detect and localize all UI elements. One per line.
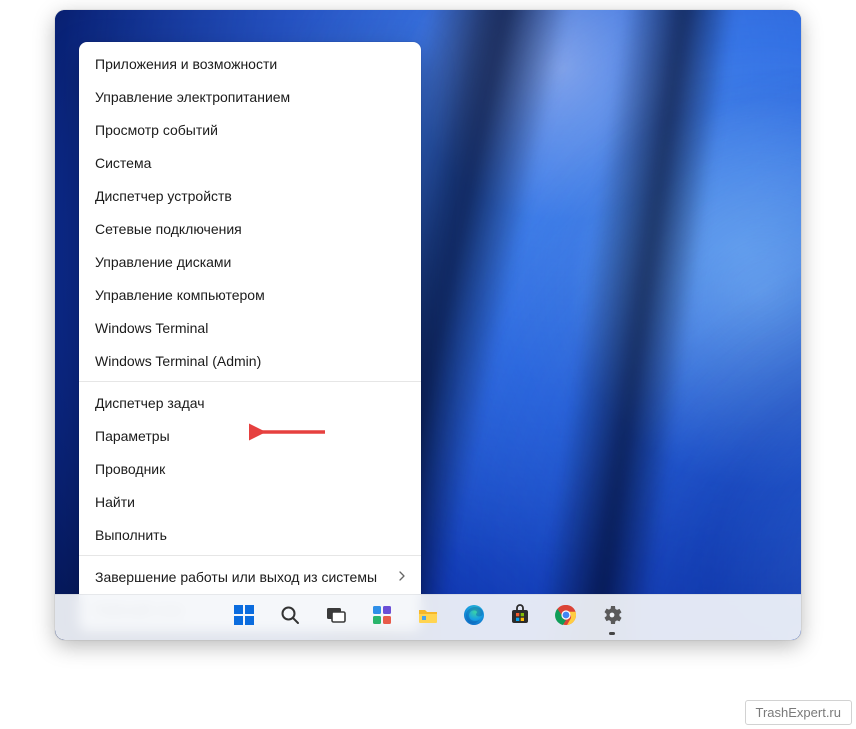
taskbar-file-explorer-button[interactable] xyxy=(408,599,448,637)
menu-item-label: Параметры xyxy=(95,428,170,444)
edge-icon xyxy=(462,603,486,632)
menu-item-label: Сетевые подключения xyxy=(95,221,242,237)
taskbar-widgets-button[interactable] xyxy=(362,599,402,637)
winx-context-menu: Приложения и возможности Управление элек… xyxy=(79,42,421,631)
menu-item-settings[interactable]: Параметры xyxy=(79,419,421,452)
taskbar-search-button[interactable] xyxy=(270,599,310,637)
taskbar-edge-button[interactable] xyxy=(454,599,494,637)
store-icon xyxy=(508,603,532,632)
menu-item-label: Диспетчер задач xyxy=(95,395,205,411)
menu-item-label: Приложения и возможности xyxy=(95,56,277,72)
search-icon xyxy=(278,603,302,632)
taskbar-task-view-button[interactable] xyxy=(316,599,356,637)
chrome-icon xyxy=(554,603,578,632)
menu-item-power-management[interactable]: Управление электропитанием xyxy=(79,80,421,113)
running-indicator xyxy=(609,632,615,635)
taskbar-store-button[interactable] xyxy=(500,599,540,637)
screenshot-canvas: Приложения и возможности Управление элек… xyxy=(0,0,856,729)
menu-item-system[interactable]: Система xyxy=(79,146,421,179)
task-view-icon xyxy=(324,603,348,632)
taskbar-settings-button[interactable] xyxy=(592,599,632,637)
menu-item-disk-management[interactable]: Управление дисками xyxy=(79,245,421,278)
menu-item-file-explorer[interactable]: Проводник xyxy=(79,452,421,485)
menu-separator xyxy=(79,381,421,382)
menu-item-label: Найти xyxy=(95,494,135,510)
menu-item-device-manager[interactable]: Диспетчер устройств xyxy=(79,179,421,212)
menu-item-label: Управление компьютером xyxy=(95,287,265,303)
watermark-text: TrashExpert.ru xyxy=(756,705,842,720)
menu-item-label: Система xyxy=(95,155,151,171)
menu-item-label: Управление дисками xyxy=(95,254,231,270)
widgets-icon xyxy=(370,603,394,632)
chevron-right-icon xyxy=(397,570,407,584)
menu-item-network-connections[interactable]: Сетевые подключения xyxy=(79,212,421,245)
windows-logo-icon xyxy=(232,603,256,632)
taskbar-chrome-button[interactable] xyxy=(546,599,586,637)
menu-item-label: Завершение работы или выход из системы xyxy=(95,569,377,585)
menu-item-label: Выполнить xyxy=(95,527,167,543)
folder-icon xyxy=(416,603,440,632)
menu-item-run[interactable]: Выполнить xyxy=(79,518,421,551)
menu-item-event-viewer[interactable]: Просмотр событий xyxy=(79,113,421,146)
taskbar xyxy=(55,594,801,640)
menu-item-task-manager[interactable]: Диспетчер задач xyxy=(79,386,421,419)
menu-item-computer-management[interactable]: Управление компьютером xyxy=(79,278,421,311)
gear-icon xyxy=(600,603,624,632)
menu-item-label: Управление электропитанием xyxy=(95,89,290,105)
menu-separator xyxy=(79,555,421,556)
menu-item-label: Просмотр событий xyxy=(95,122,218,138)
menu-item-windows-terminal[interactable]: Windows Terminal xyxy=(79,311,421,344)
menu-item-shutdown-signout[interactable]: Завершение работы или выход из системы xyxy=(79,560,421,593)
taskbar-start-button[interactable] xyxy=(224,599,264,637)
menu-item-label: Windows Terminal (Admin) xyxy=(95,353,261,369)
menu-item-label: Windows Terminal xyxy=(95,320,208,336)
menu-item-apps-features[interactable]: Приложения и возможности xyxy=(79,47,421,80)
menu-item-windows-terminal-admin[interactable]: Windows Terminal (Admin) xyxy=(79,344,421,377)
menu-item-label: Диспетчер устройств xyxy=(95,188,232,204)
desktop[interactable]: Приложения и возможности Управление элек… xyxy=(55,10,801,640)
menu-item-search[interactable]: Найти xyxy=(79,485,421,518)
watermark-badge: TrashExpert.ru xyxy=(745,700,853,725)
menu-item-label: Проводник xyxy=(95,461,165,477)
